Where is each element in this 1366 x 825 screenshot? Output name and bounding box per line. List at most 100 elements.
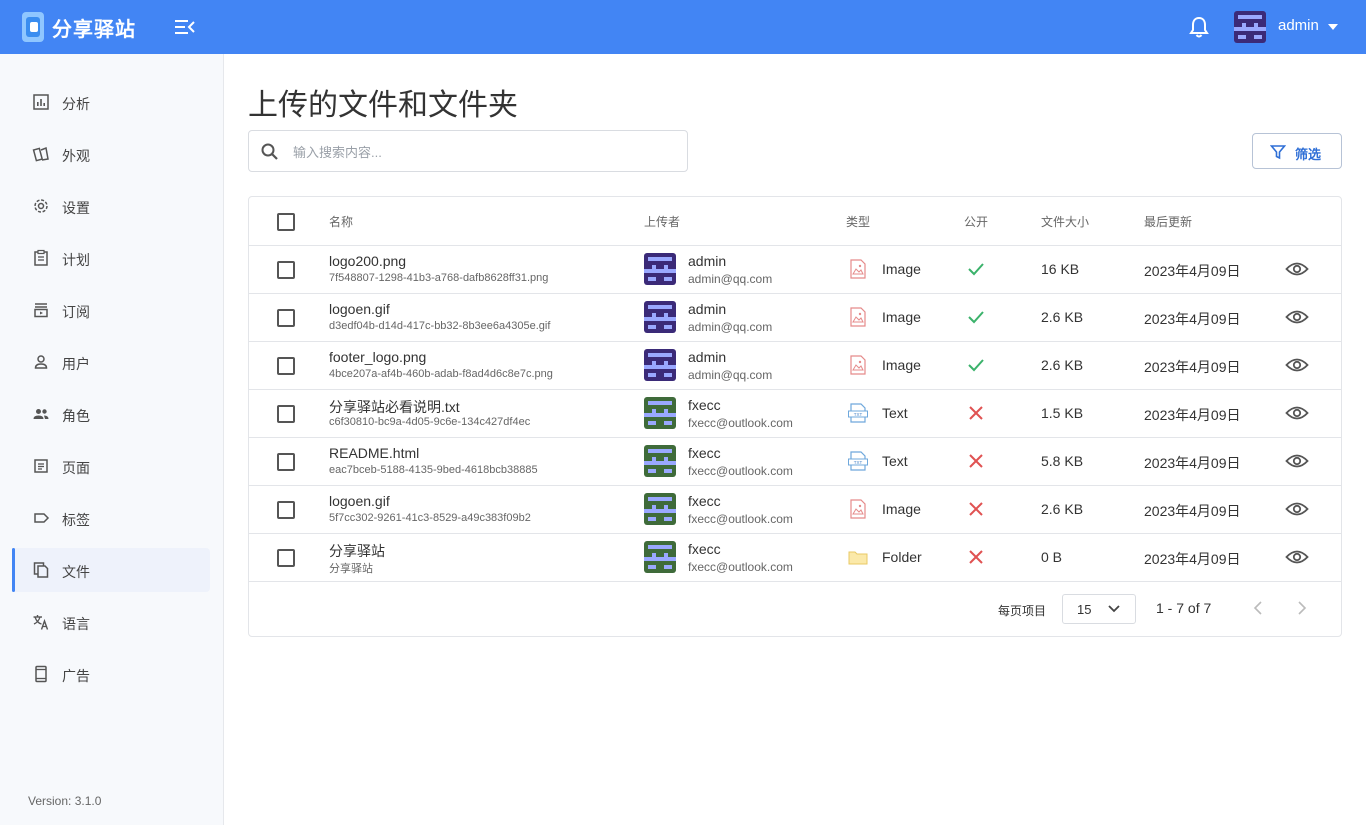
sidebar-item-users[interactable]: 用户	[12, 340, 210, 384]
sidebar-item-label: 页面	[62, 460, 90, 476]
subscription-icon	[34, 303, 48, 318]
avatar	[644, 397, 676, 429]
row-checkbox[interactable]	[277, 453, 295, 471]
eye-icon[interactable]	[1285, 548, 1309, 566]
logo-text: 分享驿站	[52, 18, 136, 41]
sidebar-item-tags[interactable]: 标签	[12, 496, 210, 540]
sidebar-item-plans[interactable]: 计划	[12, 236, 210, 280]
row-checkbox[interactable]	[277, 549, 295, 567]
table-row[interactable]: logoen.gif 5f7cc302-9261-41c3-8529-a49c38…	[249, 486, 1341, 534]
users-icon	[33, 409, 49, 419]
column-header-uploader[interactable]: 上传者	[644, 213, 680, 230]
table-header: 名称 上传者 类型 公开 文件大小 最后更新	[249, 197, 1341, 246]
table-row[interactable]: README.html eac7bceb-5188-4135-9bed-4618b…	[249, 438, 1341, 486]
table-row[interactable]: footer_logo.png 4bce207a-af4b-460b-adab-f…	[249, 342, 1341, 390]
file-id: 4bce207a-af4b-460b-adab-f8ad4d6c8e7c.png	[329, 368, 553, 380]
avatar	[644, 445, 676, 477]
sidebar-item-settings[interactable]: 设置	[12, 184, 210, 228]
uploader-email: fxecc@outlook.com	[688, 560, 793, 574]
eye-icon[interactable]	[1285, 452, 1309, 470]
column-header-name[interactable]: 名称	[329, 213, 353, 230]
file-name[interactable]: 分享驿站	[329, 541, 385, 561]
row-checkbox[interactable]	[277, 405, 295, 423]
uploader-email: fxecc@outlook.com	[688, 512, 793, 526]
text-file-icon: TXT	[848, 451, 868, 471]
sidebar-item-roles[interactable]: 角色	[12, 392, 210, 436]
image-file-icon	[850, 307, 866, 327]
file-name[interactable]: 分享驿站必看说明.txt	[329, 397, 460, 417]
file-size: 0 B	[1041, 549, 1063, 565]
sidebar-item-subscriptions[interactable]: 订阅	[12, 288, 210, 332]
column-header-type[interactable]: 类型	[846, 213, 870, 230]
table-row[interactable]: 分享驿站 分享驿站 fxecc fxecc@outlook.com Folder 0 B2…	[249, 534, 1341, 582]
file-name[interactable]: logo200.png	[329, 253, 406, 269]
cross-icon	[969, 454, 983, 468]
eye-icon[interactable]	[1285, 308, 1309, 326]
sidebar-item-languages[interactable]: 语言	[12, 600, 210, 644]
uploader-name: admin	[688, 301, 727, 317]
per-page-label: 每页项目	[998, 604, 1047, 618]
page-icon	[34, 459, 48, 473]
filter-label: 筛选	[1295, 147, 1322, 162]
file-id: d3edf04b-d14d-417c-bb32-8b3ee6a4305e.gif	[329, 320, 551, 332]
caret-down-icon[interactable]	[1328, 24, 1338, 30]
search-box	[248, 130, 688, 172]
file-size: 16 KB	[1041, 261, 1080, 277]
table-row[interactable]: 分享驿站必看说明.txt c6f30810-bc9a-4d05-9c6e-134c…	[249, 390, 1341, 438]
column-header-updated[interactable]: 最后更新	[1144, 213, 1192, 230]
file-id: 7f548807-1298-41b3-a768-dafb8628ff31.png	[329, 272, 549, 284]
last-updated: 2023年4月09日	[1144, 551, 1241, 567]
logo[interactable]: 分享驿站	[22, 12, 136, 42]
select-all-checkbox[interactable]	[277, 213, 295, 231]
row-checkbox[interactable]	[277, 261, 295, 279]
cross-icon	[969, 406, 983, 420]
row-checkbox[interactable]	[277, 309, 295, 327]
file-size: 1.5 KB	[1041, 405, 1084, 421]
file-name[interactable]: footer_logo.png	[329, 349, 426, 365]
user-name[interactable]: admin	[1278, 17, 1319, 34]
column-header-public[interactable]: 公开	[964, 213, 988, 230]
eye-icon[interactable]	[1285, 260, 1309, 278]
row-checkbox[interactable]	[277, 357, 295, 375]
file-type: Folder	[882, 549, 922, 565]
uploader-email: admin@qq.com	[688, 272, 773, 286]
sidebar-item-pages[interactable]: 页面	[12, 444, 210, 488]
search-input[interactable]	[293, 139, 673, 165]
table-row[interactable]: logo200.png 7f548807-1298-41b3-a768-dafb8…	[249, 246, 1341, 294]
version-label: Version: 3.1.0	[28, 794, 102, 808]
chevron-left-icon[interactable]	[1251, 600, 1267, 616]
sidebar-item-ads[interactable]: 广告	[12, 652, 210, 696]
per-page-value: 15	[1077, 602, 1092, 617]
image-file-icon	[850, 355, 866, 375]
eye-icon[interactable]	[1285, 356, 1309, 374]
palette-icon	[32, 146, 49, 162]
sidebar-item-files[interactable]: 文件	[12, 548, 210, 592]
sidebar-item-appearance[interactable]: 外观	[12, 132, 210, 176]
menu-collapse-icon[interactable]	[174, 17, 196, 37]
file-name[interactable]: logoen.gif	[329, 301, 390, 317]
filter-button[interactable]: 筛选	[1252, 133, 1342, 169]
row-checkbox[interactable]	[277, 501, 295, 519]
eye-icon[interactable]	[1285, 404, 1309, 422]
pagination: 每页项目 15 1 - 7 of 7	[249, 582, 1341, 636]
uploader-name: admin	[688, 253, 727, 269]
chevron-right-icon[interactable]	[1293, 600, 1309, 616]
per-page-select[interactable]: 15	[1062, 594, 1136, 624]
page-title: 上传的文件和文件夹	[248, 89, 518, 122]
search-icon	[261, 143, 278, 160]
file-name[interactable]: README.html	[329, 445, 419, 461]
files-icon	[33, 562, 49, 578]
uploader-name: fxecc	[688, 397, 721, 413]
table-row[interactable]: logoen.gif d3edf04b-d14d-417c-bb32-8b3ee6…	[249, 294, 1341, 342]
file-type: Image	[882, 261, 921, 277]
uploader-email: fxecc@outlook.com	[688, 464, 793, 478]
chart-icon	[33, 94, 49, 110]
avatar[interactable]	[1234, 11, 1266, 43]
eye-icon[interactable]	[1285, 500, 1309, 518]
column-header-size[interactable]: 文件大小	[1041, 213, 1089, 230]
bell-icon[interactable]	[1188, 15, 1210, 39]
file-name[interactable]: logoen.gif	[329, 493, 390, 509]
sidebar-item-analytics[interactable]: 分析	[12, 80, 210, 124]
sidebar-item-label: 语言	[62, 616, 90, 632]
logo-icon	[22, 12, 44, 42]
